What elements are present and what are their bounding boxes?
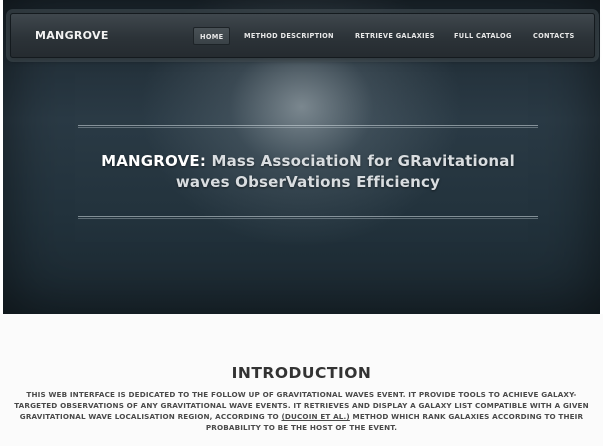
nav-home[interactable]: HOME bbox=[193, 27, 231, 45]
nav-full-catalog[interactable]: FULL CATALOG bbox=[448, 27, 518, 45]
hero-title-line1: Mass AssociatioN for GRavitational bbox=[206, 152, 515, 170]
hero-title-line2: waves ObserVations Efficiency bbox=[175, 173, 441, 191]
hero-title-acronym: MANGROVE: bbox=[101, 152, 207, 170]
ducoin-reference-link[interactable]: (DUCOIN ET AL.) bbox=[281, 412, 349, 421]
hero-divider-top bbox=[78, 125, 538, 128]
intro-paragraph: THIS WEB INTERFACE IS DEDICATED TO THE F… bbox=[10, 389, 593, 433]
intro-heading: INTRODUCTION bbox=[231, 364, 372, 382]
hero-edge bbox=[0, 0, 3, 314]
hero-title: MANGROVE: Mass AssociatioN for GRavitati… bbox=[63, 151, 553, 193]
nav-retrieve-galaxies[interactable]: RETRIEVE GALAXIES bbox=[349, 27, 441, 45]
brand-logo[interactable]: MANGROVE bbox=[35, 29, 109, 42]
hero-divider-bottom bbox=[78, 216, 538, 219]
navbar: MANGROVE HOME METHOD DESCRIPTION RETRIEV… bbox=[10, 13, 595, 58]
nav-method-description[interactable]: METHOD DESCRIPTION bbox=[238, 27, 340, 45]
page: MANGROVE: Mass AssociatioN for GRavitati… bbox=[0, 0, 603, 446]
nav-contacts[interactable]: CONTACTS bbox=[527, 27, 581, 45]
